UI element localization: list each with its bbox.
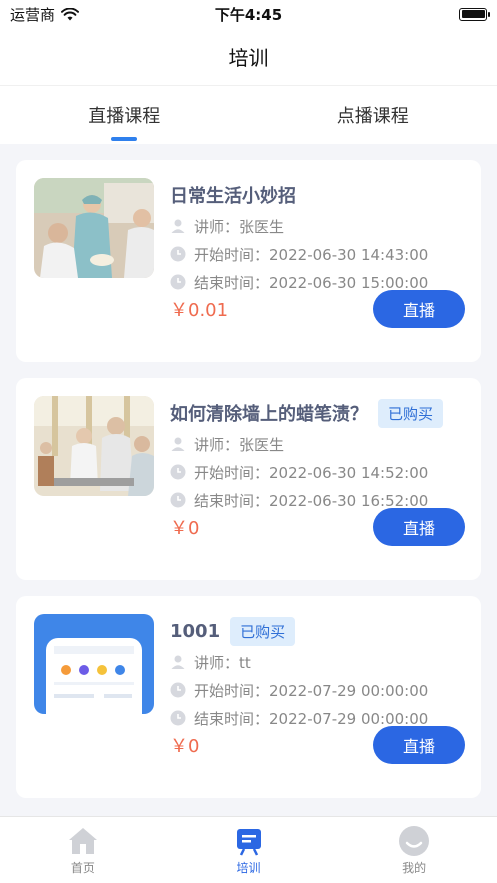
purchased-badge: 已购买 — [378, 398, 444, 428]
course-price: ￥0 — [170, 736, 200, 757]
clock-icon — [170, 464, 186, 480]
teacher-name: tt — [239, 653, 251, 672]
course-title: 日常生活小妙招 — [170, 186, 296, 207]
page-title: 培训 — [228, 46, 269, 70]
carrier-label: 运营商 — [10, 5, 56, 24]
clock-icon — [170, 492, 186, 508]
tabbar-item-training[interactable]: 培训 — [166, 817, 332, 883]
status-left: 运营商 — [10, 4, 80, 25]
wifi-icon — [61, 7, 80, 20]
tabbar-label-home: 首页 — [70, 861, 95, 875]
teacher-row: 讲师：张医生 — [170, 430, 465, 458]
end-time: 2022-07-29 00:00:00 — [269, 709, 429, 728]
course-info: 如何清除墙上的蜡笔渍？ 已购买 讲师：张医生 开始时间：2022-06-30 1… — [170, 396, 465, 514]
teacher-name: 张医生 — [239, 435, 285, 454]
course-thumbnail — [34, 396, 154, 496]
course-title-row: 日常生活小妙招 — [170, 178, 465, 212]
battery-icon — [459, 7, 490, 21]
start-label: 开始时间： — [194, 245, 270, 264]
course-tabs: 直播课程 点播课程 — [0, 86, 497, 144]
clock-icon — [170, 710, 186, 726]
start-time: 2022-06-30 14:52:00 — [269, 463, 429, 482]
course-thumbnail — [34, 614, 154, 714]
course-title-row: 1001 已购买 — [170, 614, 465, 648]
person-icon — [171, 655, 185, 669]
teacher-label: 讲师： — [194, 217, 240, 236]
clock-icon — [170, 274, 186, 290]
teacher-label: 讲师： — [194, 435, 240, 454]
course-list[interactable]: 日常生活小妙招 讲师：张医生 开始时间：2022-06-30 14:43:00 … — [0, 144, 497, 816]
course-card[interactable]: 1001 已购买 讲师：tt 开始时间：2022-07-29 00:00:00 … — [16, 596, 481, 798]
tabbar-label-training: 培训 — [236, 861, 261, 875]
teacher-name: 张医生 — [239, 217, 285, 236]
teacher-row: 讲师：张医生 — [170, 212, 465, 240]
course-price: ￥0 — [170, 518, 200, 539]
end-time: 2022-06-30 16:52:00 — [269, 491, 429, 510]
purchased-badge: 已购买 — [230, 616, 296, 646]
live-button[interactable]: 直播 — [373, 508, 465, 546]
live-button[interactable]: 直播 — [373, 290, 465, 328]
status-bar: 运营商 下午4:45 — [0, 0, 497, 28]
course-title: 1001 — [170, 620, 221, 642]
teacher-row: 讲师：tt — [170, 648, 465, 676]
tabbar-item-profile[interactable]: 我的 — [331, 817, 497, 883]
person-icon — [171, 219, 185, 233]
start-label: 开始时间： — [194, 463, 270, 482]
tabbar-label-profile: 我的 — [402, 861, 427, 875]
course-info: 1001 已购买 讲师：tt 开始时间：2022-07-29 00:00:00 … — [170, 614, 465, 732]
home-icon — [68, 828, 97, 854]
profile-icon — [399, 826, 430, 856]
training-icon — [236, 829, 261, 856]
course-price: ￥0.01 — [170, 300, 229, 321]
start-time: 2022-07-29 00:00:00 — [269, 681, 429, 700]
live-button[interactable]: 直播 — [373, 726, 465, 764]
end-label: 结束时间： — [194, 709, 270, 728]
tab-live-courses[interactable]: 直播课程 — [0, 86, 249, 144]
tab-active-indicator — [111, 137, 138, 141]
course-title: 如何清除墙上的蜡笔渍？ — [170, 404, 368, 425]
start-time-row: 开始时间：2022-06-30 14:43:00 — [170, 240, 465, 268]
start-time: 2022-06-30 14:43:00 — [269, 245, 429, 264]
end-label: 结束时间： — [194, 273, 270, 292]
bottom-tab-bar: 首页 培训 我的 — [0, 816, 497, 883]
course-info: 日常生活小妙招 讲师：张医生 开始时间：2022-06-30 14:43:00 … — [170, 178, 465, 296]
end-label: 结束时间： — [194, 491, 270, 510]
course-card[interactable]: 日常生活小妙招 讲师：张医生 开始时间：2022-06-30 14:43:00 … — [16, 160, 481, 362]
tab-vod-courses[interactable]: 点播课程 — [249, 86, 497, 144]
course-card[interactable]: 如何清除墙上的蜡笔渍？ 已购买 讲师：张医生 开始时间：2022-06-30 1… — [16, 378, 481, 580]
nav-bar: 培训 — [0, 28, 497, 86]
clock-icon — [170, 246, 186, 262]
tab-vod-label: 点播课程 — [336, 106, 409, 127]
tab-live-label: 直播课程 — [88, 106, 161, 127]
tabbar-item-home[interactable]: 首页 — [0, 817, 166, 883]
person-icon — [171, 437, 185, 451]
start-time-row: 开始时间：2022-07-29 00:00:00 — [170, 676, 465, 704]
course-title-row: 如何清除墙上的蜡笔渍？ 已购买 — [170, 396, 465, 430]
end-time: 2022-06-30 15:00:00 — [269, 273, 429, 292]
course-thumbnail — [34, 178, 154, 278]
start-time-row: 开始时间：2022-06-30 14:52:00 — [170, 458, 465, 486]
clock-icon — [170, 682, 186, 698]
start-label: 开始时间： — [194, 681, 270, 700]
teacher-label: 讲师： — [194, 653, 240, 672]
